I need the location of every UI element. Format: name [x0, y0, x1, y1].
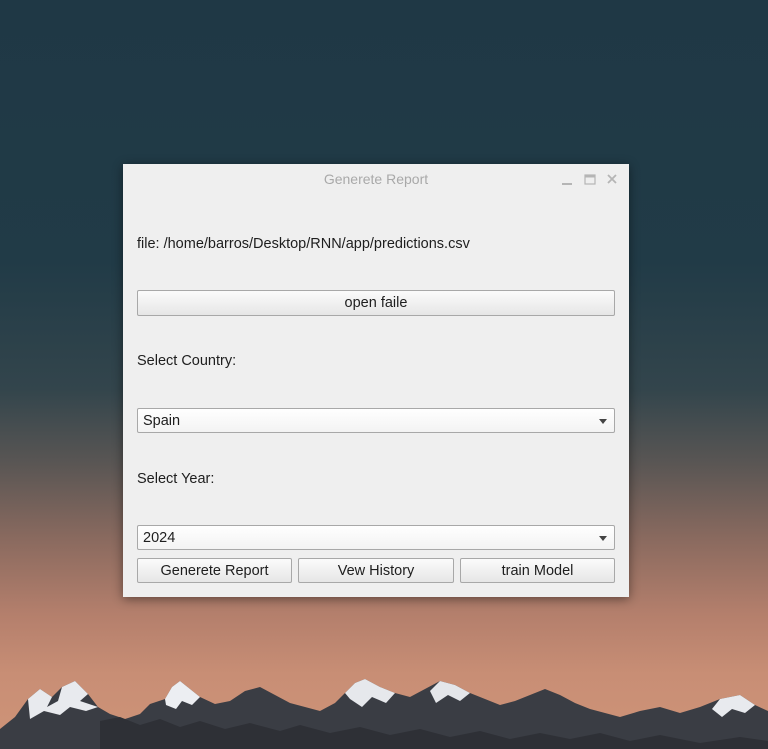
- select-year-label: Select Year:: [137, 471, 215, 487]
- generate-report-button[interactable]: Generete Report: [137, 558, 292, 583]
- select-country-label: Select Country:: [137, 353, 237, 369]
- close-icon[interactable]: [605, 172, 619, 186]
- train-model-button[interactable]: train Model: [460, 558, 615, 583]
- year-select[interactable]: 2024: [137, 525, 615, 550]
- country-select-value: Spain: [143, 413, 181, 429]
- title-bar[interactable]: Generete Report: [123, 164, 629, 192]
- mountain-backdrop: [0, 679, 768, 749]
- file-path-label: file: /home/barros/Desktop/RNN/app/predi…: [137, 236, 470, 252]
- chevron-down-icon: [599, 536, 607, 541]
- view-history-button[interactable]: Vew History: [298, 558, 454, 583]
- open-file-button[interactable]: open faile: [137, 290, 615, 316]
- minimize-icon[interactable]: [560, 172, 574, 186]
- country-select[interactable]: Spain: [137, 408, 615, 433]
- maximize-icon[interactable]: [583, 172, 597, 186]
- year-select-value: 2024: [143, 530, 176, 546]
- chevron-down-icon: [599, 419, 607, 424]
- generate-report-window: Generete Report file: /home/barros/Deskt…: [123, 164, 629, 597]
- window-title: Generete Report: [323, 171, 429, 187]
